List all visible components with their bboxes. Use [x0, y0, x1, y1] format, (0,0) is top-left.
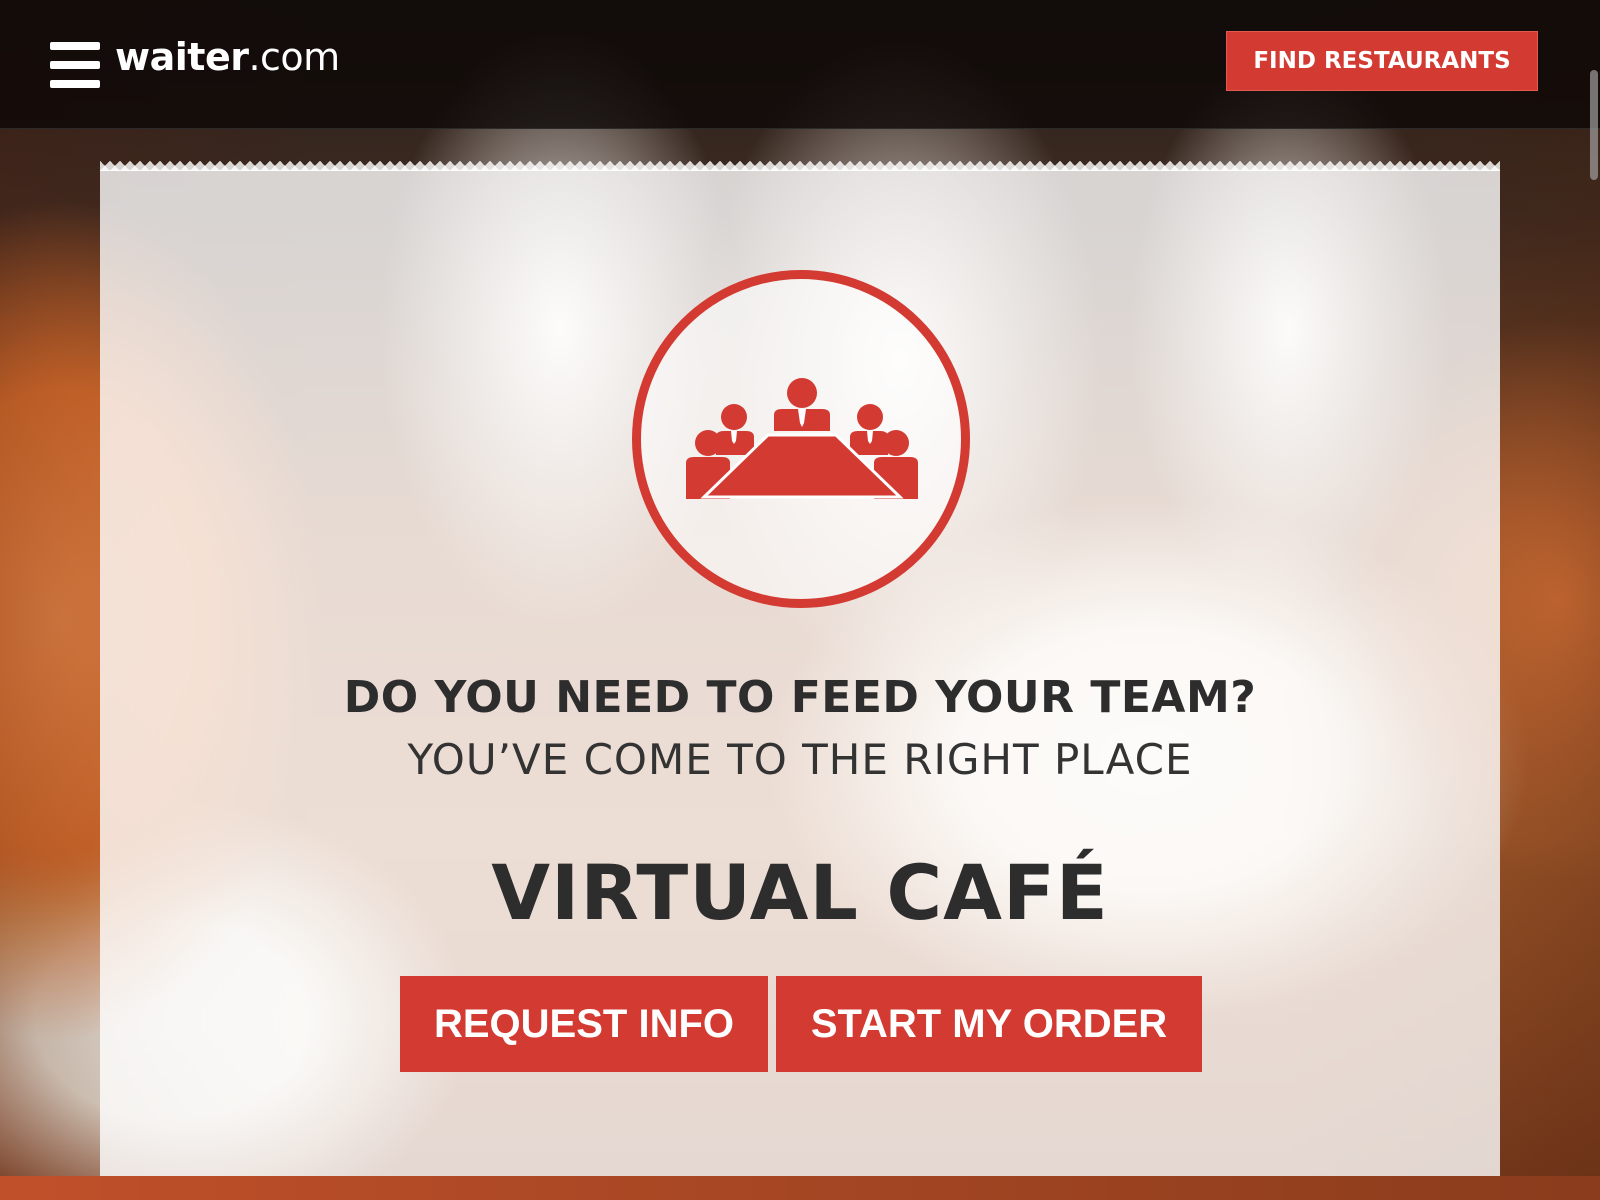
meeting-table-icon: [632, 270, 970, 608]
scrollbar[interactable]: [1590, 70, 1598, 180]
logo-name: waiter: [115, 35, 249, 79]
product-title: VIRTUAL CAFÉ: [491, 848, 1109, 937]
request-info-button[interactable]: REQUEST INFO: [400, 976, 768, 1072]
page: waiter.com FIND RESTAURANTS DO YOU NEED …: [0, 0, 1600, 1200]
site-header: waiter.com FIND RESTAURANTS: [0, 0, 1600, 129]
hero-subheadline: YOU’VE COME TO THE RIGHT PLACE: [407, 735, 1193, 784]
background-strip: [0, 1176, 1600, 1200]
meeting-table-icon-graphic: [686, 378, 918, 499]
hamburger-menu-icon[interactable]: [50, 42, 100, 88]
start-my-order-button[interactable]: START MY ORDER: [776, 976, 1202, 1072]
logo-tld: .com: [248, 35, 340, 79]
find-restaurants-button[interactable]: FIND RESTAURANTS: [1226, 31, 1538, 91]
site-logo[interactable]: waiter.com: [115, 38, 340, 76]
hero-headline: DO YOU NEED TO FEED YOUR TEAM?: [343, 672, 1257, 723]
